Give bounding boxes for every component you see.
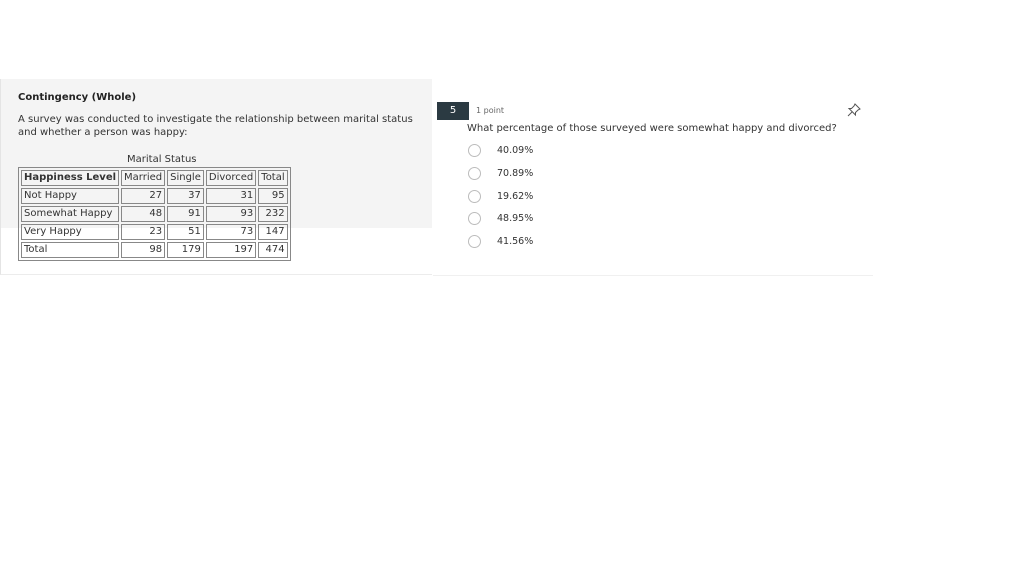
column-header-single: Single <box>167 170 204 186</box>
cell-divorced: 93 <box>205 206 257 222</box>
stimulus-description: A survey was conducted to investigate th… <box>18 114 413 138</box>
contingency-table: Happiness Level Married Single Divorced … <box>18 167 291 261</box>
radio-button[interactable] <box>468 166 481 180</box>
radio-button[interactable] <box>468 234 481 248</box>
cell-total: 95 <box>258 188 288 204</box>
question-number-badge: 5 <box>437 102 469 120</box>
answer-option-label: 41.56% <box>497 235 534 247</box>
question-text: What percentage of those surveyed were s… <box>467 123 837 134</box>
cell-married: 27 <box>121 188 166 204</box>
answer-option[interactable]: 48.95% <box>468 210 533 226</box>
cell-total: 147 <box>258 224 288 240</box>
answer-option-label: 70.89% <box>497 167 534 179</box>
table-header-row: Happiness Level Married Single Divorced … <box>21 170 288 186</box>
answer-option[interactable]: 19.62% <box>468 188 533 204</box>
cell-married: 98 <box>121 242 166 258</box>
cell-married: 23 <box>121 224 166 240</box>
points-label: 1 point <box>476 106 505 115</box>
radio-button[interactable] <box>468 211 481 225</box>
answer-option-label: 48.95% <box>497 212 534 224</box>
radio-button[interactable] <box>468 189 481 203</box>
table-caption: Marital Status <box>127 154 197 165</box>
divider <box>433 275 873 276</box>
answer-option[interactable]: 40.09% <box>468 142 533 158</box>
answer-option[interactable]: 70.89% <box>468 165 533 181</box>
table-row: Very Happy 23 51 73 147 <box>21 224 288 240</box>
cell-single: 37 <box>167 188 204 204</box>
column-header-divorced: Divorced <box>205 170 257 186</box>
row-label: Not Happy <box>21 188 120 204</box>
column-header-total: Total <box>258 170 288 186</box>
column-header-married: Married <box>121 170 166 186</box>
table-row: Somewhat Happy 48 91 93 232 <box>21 206 288 222</box>
pin-icon-graphic <box>847 103 861 117</box>
row-label: Very Happy <box>21 224 120 240</box>
cell-single: 51 <box>167 224 204 240</box>
cell-single: 179 <box>167 242 204 258</box>
stimulus-title: Contingency (Whole) <box>18 92 137 103</box>
cell-divorced: 31 <box>205 188 257 204</box>
column-header-happiness-level: Happiness Level <box>21 170 120 186</box>
cell-divorced: 73 <box>205 224 257 240</box>
row-label: Total <box>21 242 120 258</box>
pin-icon[interactable] <box>847 102 861 117</box>
cell-total: 232 <box>258 206 288 222</box>
row-label: Somewhat Happy <box>21 206 120 222</box>
answer-option-label: 19.62% <box>497 190 534 202</box>
cell-divorced: 197 <box>205 242 257 258</box>
cell-single: 91 <box>167 206 204 222</box>
answer-option-label: 40.09% <box>497 144 534 156</box>
cell-married: 48 <box>121 206 166 222</box>
table-row: Not Happy 27 37 31 95 <box>21 188 288 204</box>
cell-total: 474 <box>258 242 288 258</box>
answer-option[interactable]: 41.56% <box>468 233 533 249</box>
radio-button[interactable] <box>468 143 481 157</box>
table-row: Total 98 179 197 474 <box>21 242 288 258</box>
